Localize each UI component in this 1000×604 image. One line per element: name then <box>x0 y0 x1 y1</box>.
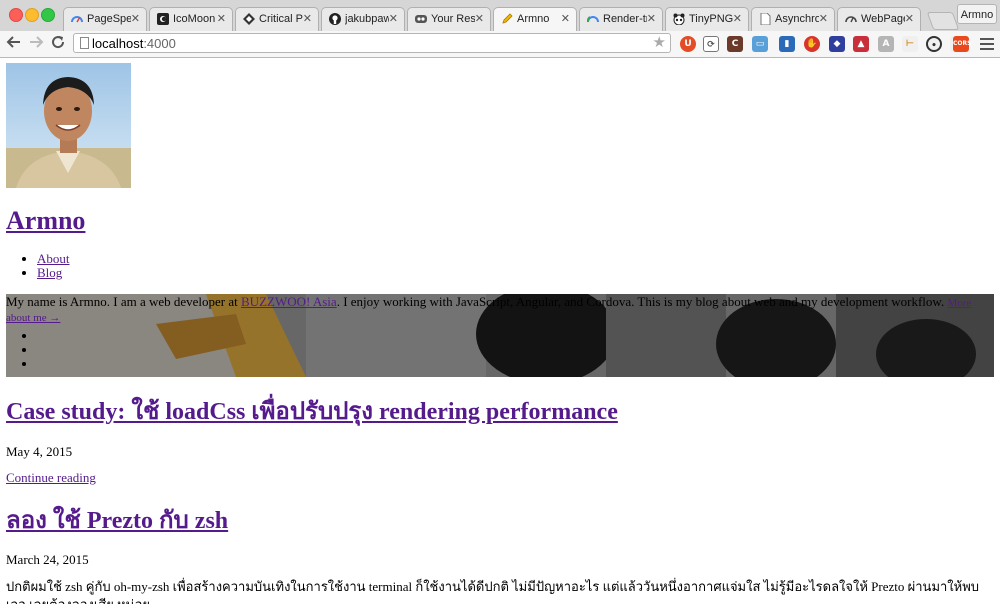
tab-tinypng[interactable]: TinyPNG – ✕ <box>665 7 749 31</box>
sync-extension-icon[interactable]: ⟳ <box>703 36 719 52</box>
tab-title: IcoMoon A <box>173 13 217 25</box>
close-window-button[interactable] <box>9 8 23 22</box>
main-nav: About Blog <box>0 252 70 280</box>
angular-extension-icon[interactable]: A <box>878 36 894 52</box>
record-extension-icon[interactable]: • <box>926 36 942 52</box>
tab-title: WebPagete <box>861 13 905 25</box>
tab-render-tree[interactable]: Render-tree ✕ <box>579 7 663 31</box>
close-tab-icon[interactable]: ✕ <box>389 12 398 25</box>
tab-critical-path[interactable]: Critical Pat ✕ <box>235 7 319 31</box>
ublock-extension-icon[interactable]: U <box>680 36 696 52</box>
site-title-link[interactable]: Armno <box>6 206 85 235</box>
tab-title: Critical Pat <box>259 13 303 25</box>
speedometer-icon <box>845 13 857 25</box>
icomoon-icon <box>157 13 169 25</box>
page-content: Armno About Blog My name is Armno. I am … <box>0 58 1000 604</box>
reload-icon[interactable] <box>49 34 67 52</box>
close-tab-icon[interactable]: ✕ <box>475 12 484 25</box>
zoom-window-button[interactable] <box>41 8 55 22</box>
banner-social-list <box>6 329 37 371</box>
page-icon <box>759 12 771 26</box>
close-tab-icon[interactable]: ✕ <box>819 12 828 25</box>
close-tab-icon[interactable]: ✕ <box>733 12 742 25</box>
tab-pagespeed[interactable]: PageSpeed ✕ <box>63 7 147 31</box>
address-bar[interactable]: localhost:4000 ★ <box>73 33 671 53</box>
critical-path-icon <box>243 13 255 25</box>
colorzilla-extension-icon[interactable]: C <box>727 36 743 52</box>
screenshot-extension-icon[interactable]: ▭ <box>752 36 768 52</box>
nav-link-blog[interactable]: Blog <box>37 265 62 280</box>
vpn-extension-icon[interactable]: ▲ <box>853 36 869 52</box>
back-arrow-icon[interactable] <box>5 34 23 52</box>
close-tab-icon[interactable]: ✕ <box>905 12 914 25</box>
nav-link-about[interactable]: About <box>37 251 70 266</box>
post-title: ลอง ใช้ Prezto กับ zsh <box>6 506 228 536</box>
new-tab-button[interactable] <box>926 12 960 30</box>
close-tab-icon[interactable]: ✕ <box>131 12 140 25</box>
post-title-link[interactable]: Case study: ใช้ loadCss เพื่อปรับปรุง re… <box>6 399 618 425</box>
tab-icomoon[interactable]: IcoMoon A ✕ <box>149 7 233 31</box>
ruler-extension-icon[interactable]: ⊢ <box>902 36 918 52</box>
pocket-extension-icon[interactable]: ◆ <box>829 36 845 52</box>
post-title: Case study: ใช้ loadCss เพื่อปรับปรุง re… <box>6 397 618 427</box>
close-tab-icon[interactable]: ✕ <box>647 12 656 25</box>
intro-banner: My name is Armno. I am a web developer a… <box>6 294 994 377</box>
intro-text: My name is Armno. I am a web developer a… <box>6 294 972 325</box>
tab-title: Asynchrono <box>775 13 819 25</box>
browser-toolbar: localhost:4000 ★ U ⟳ C ▭ ▮ ✋ ◆ ▲ A ⊢ • ▭… <box>0 31 1000 57</box>
adblock-extension-icon[interactable]: ✋ <box>804 36 820 52</box>
tab-title: TinyPNG – <box>689 13 733 25</box>
panda-icon <box>673 13 685 26</box>
tab-your-result[interactable]: Your Result ✕ <box>407 7 491 31</box>
tab-title: jakubpawlo <box>345 13 389 25</box>
nav-item-blog: Blog <box>37 266 70 280</box>
tab-title: PageSpeed <box>87 13 131 25</box>
close-tab-icon[interactable]: ✕ <box>561 12 570 25</box>
post-date: March 24, 2015 <box>6 552 89 567</box>
bookmark-star-icon[interactable]: ★ <box>653 34 666 52</box>
tab-armno[interactable]: Armno ✕ <box>493 7 577 32</box>
url-text: localhost:4000 <box>92 36 176 51</box>
analytics-extension-icon[interactable]: ▮ <box>779 36 795 52</box>
continue-reading-link[interactable]: Continue reading <box>6 470 96 485</box>
post-date: May 4, 2015 <box>6 444 73 459</box>
tab-webpagetest[interactable]: WebPagete ✕ <box>837 7 921 31</box>
post-title-link[interactable]: ลอง ใช้ Prezto กับ zsh <box>6 508 228 534</box>
tab-strip: PageSpeed ✕ IcoMoon A ✕ Critical Pat ✕ j… <box>0 0 1000 32</box>
cors-extension-icon[interactable]: CORS <box>953 36 971 52</box>
tab-github-jakubpawlowicz[interactable]: jakubpawlo ✕ <box>321 7 405 31</box>
profile-button[interactable]: Armno <box>957 4 997 24</box>
nav-item-about: About <box>37 252 70 266</box>
pencil-icon <box>501 13 513 25</box>
page-info-icon <box>80 37 89 49</box>
post-excerpt: ปกติผมใช้ zsh คู่กับ oh-my-zsh เพื่อสร้า… <box>6 579 980 604</box>
github-icon <box>329 13 341 25</box>
employer-link[interactable]: BUZZWOO! Asia <box>241 294 337 309</box>
site-title: Armno <box>6 206 85 236</box>
tab-title: Render-tree <box>603 13 647 25</box>
close-tab-icon[interactable]: ✕ <box>303 12 312 25</box>
pagespeed-icon <box>71 13 83 25</box>
close-tab-icon[interactable]: ✕ <box>217 12 226 25</box>
browser-chrome: PageSpeed ✕ IcoMoon A ✕ Critical Pat ✕ j… <box>0 0 1000 58</box>
minimize-window-button[interactable] <box>25 8 39 22</box>
tab-title: Your Result <box>431 13 475 25</box>
forward-arrow-icon[interactable] <box>27 34 45 52</box>
webpagetest-icon <box>415 13 427 25</box>
google-dev-icon <box>586 13 599 25</box>
tab-title: Armno <box>517 13 550 25</box>
chrome-menu-icon[interactable] <box>980 35 994 51</box>
tab-asynchronous[interactable]: Asynchrono ✕ <box>751 7 835 31</box>
profile-photo <box>6 63 131 188</box>
